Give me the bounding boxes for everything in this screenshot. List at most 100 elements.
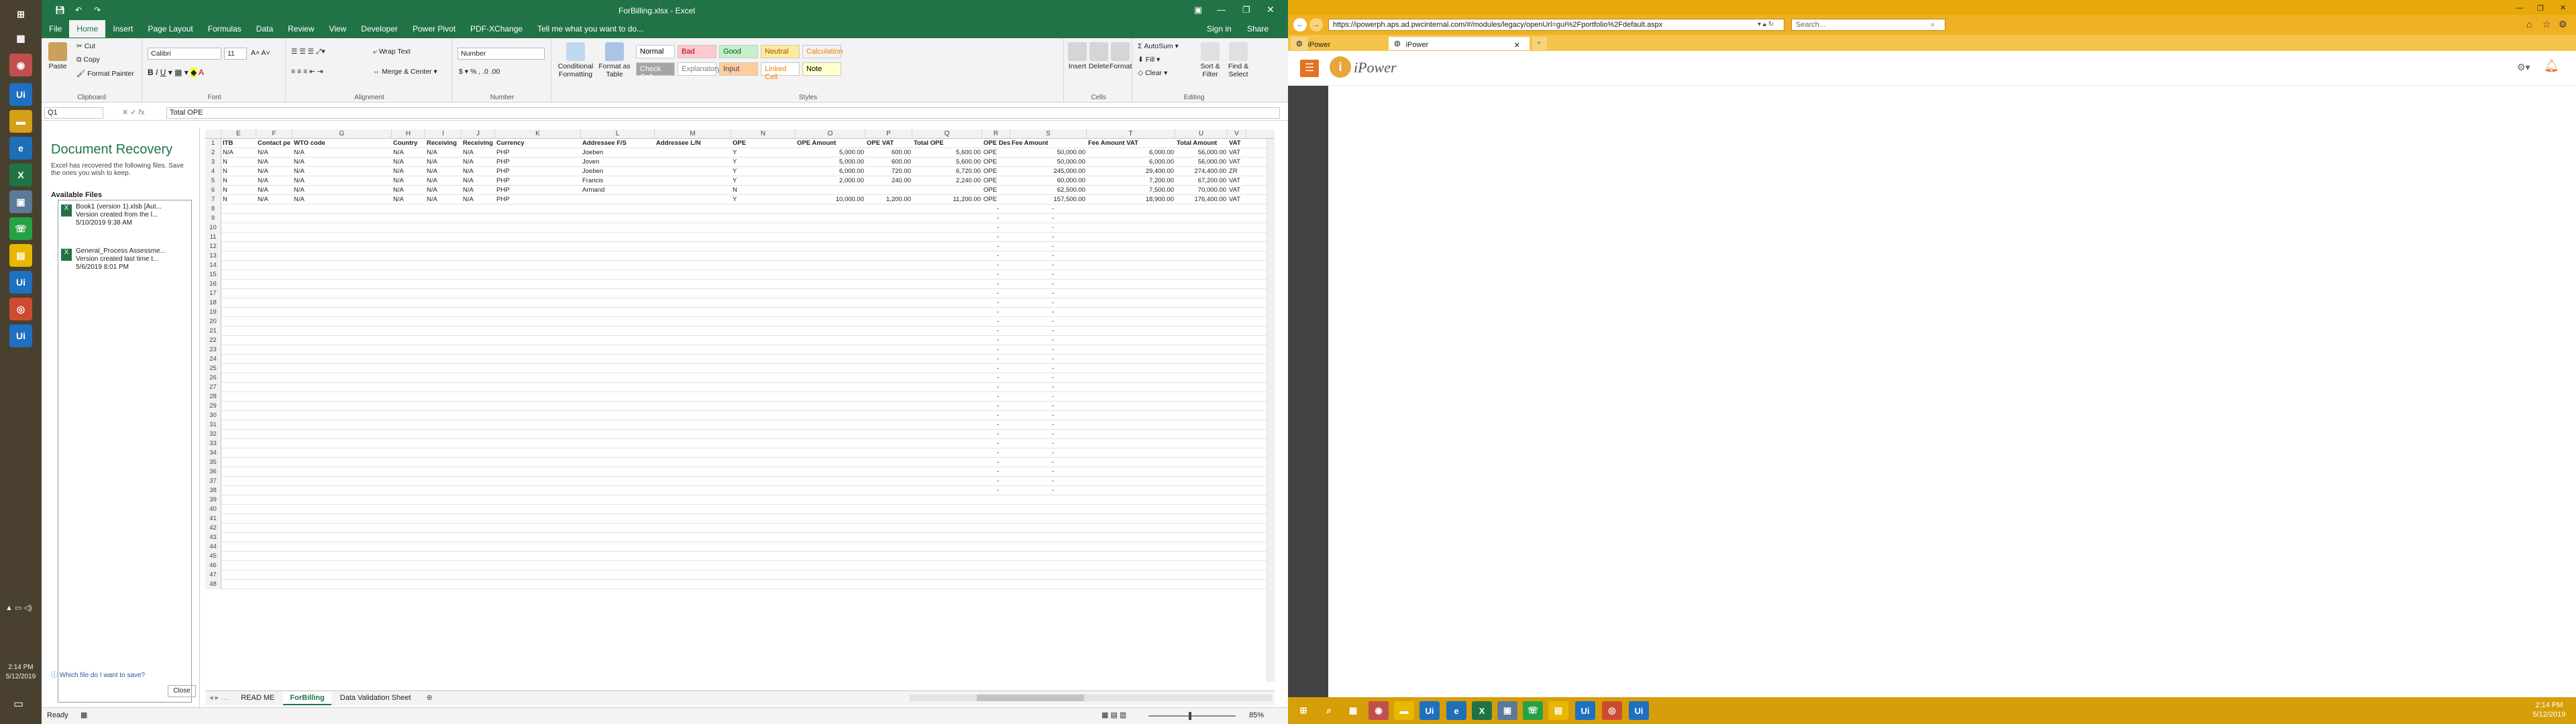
row-header[interactable]: 20 bbox=[205, 317, 221, 326]
forward-icon[interactable]: → bbox=[1309, 18, 1323, 32]
settings-icon[interactable]: ⚙ bbox=[2559, 19, 2567, 30]
redo-icon[interactable]: ↷ bbox=[94, 5, 101, 15]
table-cell[interactable]: N/A bbox=[425, 186, 462, 195]
uipath-studio-icon[interactable]: Ui bbox=[1629, 701, 1649, 720]
table-cell[interactable]: Y bbox=[731, 195, 796, 204]
column-header-t[interactable]: T bbox=[1087, 129, 1175, 139]
table-cell[interactable]: - bbox=[996, 467, 1002, 477]
table-cell[interactable]: - bbox=[996, 477, 1002, 486]
header-cell[interactable]: Country bbox=[392, 139, 425, 148]
row-header[interactable]: 8 bbox=[205, 204, 221, 214]
paint-icon[interactable]: ◉ bbox=[9, 54, 32, 76]
table-cell[interactable]: Francis bbox=[581, 176, 655, 186]
table-cell[interactable]: N/A bbox=[256, 148, 292, 158]
cell-style-explanatory[interactable]: Explanatory... bbox=[678, 62, 726, 76]
table-cell[interactable]: - bbox=[1051, 270, 1057, 280]
table-cell[interactable]: 6,000.00 bbox=[1087, 158, 1175, 167]
tab-close-icon[interactable]: ✕ bbox=[1509, 39, 1525, 52]
autosum-button[interactable]: Σ AutoSum ▾ bbox=[1138, 42, 1179, 50]
table-cell[interactable]: Y bbox=[731, 148, 796, 158]
table-cell[interactable]: 11,200.00 bbox=[912, 195, 982, 204]
sign-in-link[interactable]: Sign in bbox=[1199, 20, 1239, 38]
row-header[interactable]: 10 bbox=[205, 223, 221, 233]
sort-filter-button[interactable]: Sort & Filter bbox=[1197, 41, 1224, 78]
table-cell[interactable]: 720.00 bbox=[865, 167, 912, 176]
header-cell[interactable]: Contact pe bbox=[256, 139, 292, 148]
table-cell[interactable]: - bbox=[996, 486, 1002, 495]
table-cell[interactable]: - bbox=[996, 214, 1002, 223]
row-header[interactable]: 33 bbox=[205, 439, 221, 448]
maximize-icon[interactable]: ❐ bbox=[1242, 5, 1250, 15]
table-cell[interactable]: N/A bbox=[292, 167, 392, 176]
row-header[interactable]: 3 bbox=[205, 158, 221, 167]
row-header[interactable]: 44 bbox=[205, 542, 221, 552]
table-cell[interactable]: N bbox=[221, 195, 256, 204]
sticky-notes-icon[interactable]: ▤ bbox=[1548, 701, 1568, 720]
table-cell[interactable]: OPE bbox=[982, 167, 1010, 176]
row-header[interactable]: 25 bbox=[205, 364, 221, 373]
column-header-m[interactable]: M bbox=[655, 129, 731, 139]
table-cell[interactable]: Joeben bbox=[581, 167, 655, 176]
cell-style-calculation[interactable]: Calculation bbox=[802, 45, 843, 58]
folder-icon[interactable]: ▬ bbox=[9, 110, 32, 133]
table-cell[interactable]: - bbox=[996, 392, 1002, 402]
table-cell[interactable]: 176,400.00 bbox=[1175, 195, 1228, 204]
search-input[interactable]: Search... bbox=[1791, 19, 1945, 31]
row-header[interactable]: 17 bbox=[205, 289, 221, 298]
close-icon[interactable]: ✕ bbox=[2560, 3, 2566, 12]
header-cell[interactable]: Receiving bbox=[425, 139, 462, 148]
fill-button[interactable]: ⬇ Fill ▾ bbox=[1138, 56, 1160, 64]
sheet-tab-forbilling[interactable]: ForBilling bbox=[283, 692, 331, 705]
table-cell[interactable]: N/A bbox=[392, 186, 425, 195]
minimize-icon[interactable]: — bbox=[1217, 5, 1226, 15]
table-cell[interactable]: N bbox=[221, 186, 256, 195]
table-cell[interactable]: Joeben bbox=[581, 148, 655, 158]
address-bar[interactable]: https://ipowerph.aps.ad.pwcinternal.com/… bbox=[1328, 19, 1784, 31]
table-cell[interactable]: N/A bbox=[462, 195, 495, 204]
settings-gear-icon[interactable]: ⚙▾ bbox=[2517, 62, 2530, 73]
sheet-nav-icons[interactable]: ◂ ▸ … bbox=[205, 691, 232, 704]
row-header[interactable]: 34 bbox=[205, 448, 221, 458]
table-cell[interactable]: - bbox=[1051, 336, 1057, 345]
table-cell[interactable]: - bbox=[1051, 411, 1057, 420]
tab-home[interactable]: Home bbox=[69, 20, 106, 38]
table-cell[interactable]: - bbox=[1051, 373, 1057, 383]
table-cell[interactable]: - bbox=[1051, 448, 1057, 458]
excel-icon[interactable]: X bbox=[1472, 701, 1492, 720]
tab-insert[interactable]: Insert bbox=[105, 20, 140, 38]
table-cell[interactable]: - bbox=[1051, 364, 1057, 373]
horizontal-scrollbar[interactable] bbox=[910, 695, 1272, 701]
header-cell[interactable]: VAT bbox=[1228, 139, 1246, 148]
tab-developer[interactable]: Developer bbox=[354, 20, 405, 38]
recovery-file-2[interactable]: X General_Process Assessme... Version cr… bbox=[58, 247, 191, 288]
number-format-buttons[interactable]: $ ▾ % , .0 .00 bbox=[459, 68, 500, 76]
table-cell[interactable]: 2,240.00 bbox=[912, 176, 982, 186]
formula-input[interactable]: Total OPE bbox=[166, 107, 1280, 119]
new-tab-button[interactable]: ▫ bbox=[1532, 37, 1547, 50]
delete-cells-button[interactable]: Delete bbox=[1088, 41, 1110, 70]
uipath-icon[interactable]: Ui bbox=[9, 83, 32, 106]
table-cell[interactable]: 7,500.00 bbox=[1087, 186, 1175, 195]
row-header[interactable]: 37 bbox=[205, 477, 221, 486]
table-cell[interactable]: N/A bbox=[425, 158, 462, 167]
table-cell[interactable]: 50,000.00 bbox=[1010, 158, 1087, 167]
table-cell[interactable]: - bbox=[1051, 326, 1057, 336]
uipath-icon[interactable]: Ui bbox=[1419, 701, 1440, 720]
table-cell[interactable]: PHP bbox=[495, 158, 581, 167]
table-cell[interactable]: - bbox=[1051, 298, 1057, 308]
hamburger-menu-icon[interactable]: ☰ bbox=[1300, 60, 1319, 77]
tab-formulas[interactable]: Formulas bbox=[201, 20, 249, 38]
row-header[interactable]: 21 bbox=[205, 326, 221, 336]
task-view-icon[interactable]: ▦ bbox=[9, 27, 32, 50]
close-icon[interactable]: ✕ bbox=[1267, 4, 1275, 15]
table-cell[interactable]: N/A bbox=[392, 148, 425, 158]
header-cell[interactable]: ITB bbox=[221, 139, 256, 148]
row-header[interactable]: 36 bbox=[205, 467, 221, 477]
table-cell[interactable]: - bbox=[1051, 383, 1057, 392]
table-cell[interactable]: 6,720.00 bbox=[912, 167, 982, 176]
header-cell[interactable]: Addressee F/S bbox=[581, 139, 655, 148]
table-cell[interactable]: N/A bbox=[462, 186, 495, 195]
chrome-icon[interactable]: ◎ bbox=[1602, 701, 1622, 720]
table-cell[interactable]: N/A bbox=[256, 176, 292, 186]
table-cell[interactable]: - bbox=[996, 355, 1002, 364]
